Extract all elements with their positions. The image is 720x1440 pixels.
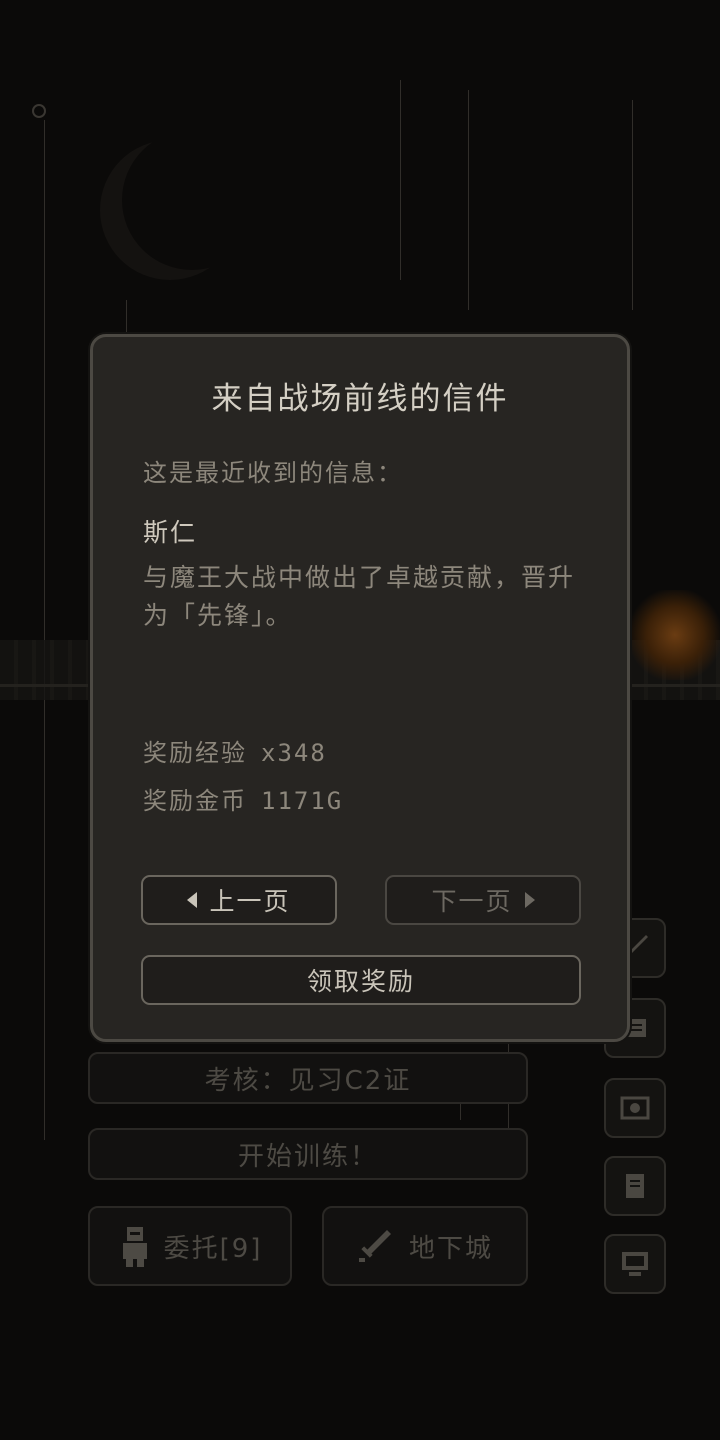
gold-reward: 奖励金币 1171G	[143, 781, 343, 816]
sword-icon	[358, 1230, 391, 1262]
gold-reward-label: 奖励金币	[143, 787, 247, 815]
next-page-label: 下一页	[431, 887, 513, 916]
commission-button[interactable]: 委托[9]	[88, 1206, 292, 1286]
dialog-title: 来自战场前线的信件	[211, 381, 509, 417]
rain-streak	[400, 80, 401, 280]
dungeon-button[interactable]: 地下城	[322, 1206, 528, 1286]
exp-reward: 奖励经验 x348	[143, 733, 327, 768]
side-map-button[interactable]	[604, 1078, 666, 1138]
side-computer-button[interactable]	[604, 1234, 666, 1294]
prev-page-button[interactable]: 上一页	[141, 875, 337, 925]
exp-reward-value: x348	[261, 739, 327, 767]
claim-reward-button[interactable]: 领取奖励	[141, 955, 581, 1005]
exp-reward-label: 奖励经验	[143, 739, 247, 767]
triangle-right-icon	[524, 892, 535, 908]
commission-label: 委托[9]	[163, 1233, 263, 1264]
prev-page-label: 上一页	[209, 887, 291, 916]
knight-icon	[122, 1227, 147, 1267]
letter-dialog: 来自战场前线的信件 这是最近收到的信息： 斯仁 与魔王大战中做出了卓越贡献，晋升…	[90, 334, 630, 1042]
dungeon-label: 地下城	[408, 1233, 493, 1264]
start-training-label: 开始训练！	[237, 1141, 378, 1172]
moon	[100, 140, 240, 280]
next-page-button[interactable]: 下一页	[385, 875, 581, 925]
ring-decoration	[32, 104, 46, 118]
start-training-button[interactable]: 开始训练！	[88, 1128, 528, 1180]
side-document-button[interactable]	[604, 1156, 666, 1216]
claim-reward-label: 领取奖励	[306, 967, 415, 996]
computer-icon	[622, 1252, 648, 1276]
map-icon	[620, 1096, 650, 1120]
exam-label: 考核：见习C2证	[204, 1065, 412, 1096]
rain-streak	[44, 120, 45, 1140]
triangle-left-icon	[187, 892, 198, 908]
rain-streak	[632, 100, 633, 310]
sender-name: 斯仁	[143, 518, 198, 547]
rain-streak	[468, 90, 469, 310]
exam-button[interactable]: 考核：见习C2证	[88, 1052, 528, 1104]
campfire-glow	[630, 590, 720, 680]
gold-reward-value: 1171G	[261, 787, 344, 815]
letter-message: 与魔王大战中做出了卓越贡献，晋升为「先锋」。	[143, 563, 576, 630]
document-icon	[626, 1174, 644, 1198]
intro-text: 这是最近收到的信息：	[143, 459, 403, 487]
